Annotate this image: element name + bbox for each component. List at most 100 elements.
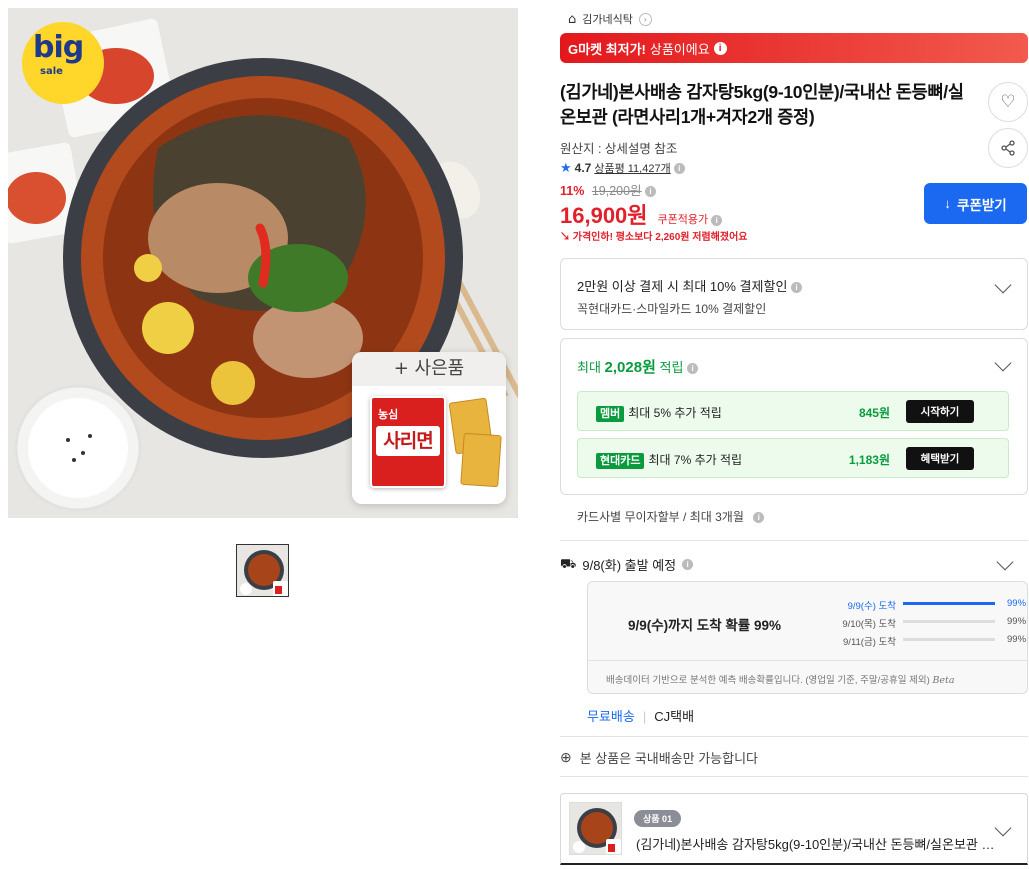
probability-note: 배송데이터 기반으로 분석한 예측 배송확률입니다. (영업일 기준, 주말/공…: [606, 672, 955, 686]
installment-info: 카드사별 무이자할부 / 최대 3개월 i: [577, 508, 765, 525]
badge-big-text: big: [33, 30, 84, 65]
probability-percent: 99%: [1007, 634, 1027, 645]
globe-icon: ⊕: [560, 749, 572, 765]
coupon-price-text: 쿠폰적용가: [657, 214, 709, 226]
points-row-amount: 845원: [858, 406, 890, 420]
breadcrumb: ⌂ 김가네식탁 ›: [568, 10, 652, 28]
divider: [560, 540, 1028, 541]
heart-icon: ♡: [1000, 92, 1016, 112]
points-row-text: 최대 7% 추가 적립: [648, 453, 743, 467]
probability-percent: 99%: [1007, 598, 1027, 609]
probability-bar: [903, 638, 995, 641]
delivery-method: 무료배송 | CJ택배: [587, 706, 694, 725]
hyundai-card-tag: 현대카드: [596, 453, 645, 469]
price-drop-text: 가격인하! 평소보다 2,260원 저렴해졌어요: [572, 232, 748, 243]
ramen-name: 사리면: [376, 426, 440, 456]
origin-text: 원산지 : 상세설명 참조: [560, 142, 678, 156]
info-icon[interactable]: i: [791, 282, 803, 294]
chevron-down-icon[interactable]: [994, 819, 1012, 837]
product-title: (김가네)본사배송 감자탕5kg(9-10인분)/국내산 돈등뼈/실온보관 (라…: [560, 82, 964, 127]
big-sale-badge: big sale: [22, 22, 104, 104]
option-badge: 상품 01: [634, 810, 682, 827]
card-discount-box[interactable]: 2만원 이상 결제 시 최대 10% 결제할인 i 꼭현대카드·스마일카드 10…: [560, 258, 1028, 330]
info-icon[interactable]: i: [713, 41, 727, 55]
gift-box: + 사은품 농심 사리면: [352, 352, 506, 504]
share-icon: [1001, 140, 1015, 156]
probability-row: 9/10(목) 도착 99%: [816, 616, 1027, 630]
beta-label: Beta: [932, 675, 955, 686]
points-box: 최대 2,028원 적립 i 멤버 최대 5% 추가 적립 845원 시작하기 현…: [560, 338, 1028, 495]
points-header: 최대 2,028원 적립 i: [577, 356, 699, 377]
points-row-hyundai: 현대카드 최대 7% 추가 적립 1,183원 혜택받기: [577, 438, 1009, 478]
option-select[interactable]: 상품 01 (김가네)본사배송 감자탕5kg(9-10인분)/국내산 돈등뼈/실…: [560, 793, 1028, 865]
probability-percent: 99%: [1007, 616, 1027, 627]
card-discount-title: 2만원 이상 결제 시 최대 10% 결제할인 i: [577, 276, 803, 295]
get-benefit-button[interactable]: 혜택받기: [906, 447, 974, 470]
chevron-right-icon[interactable]: ›: [638, 12, 652, 26]
free-shipping: 무료배송: [587, 709, 635, 724]
card-discount-title-text: 2만원 이상 결제 시 최대 10% 결제할인: [577, 279, 788, 294]
discount-percent: 11%: [560, 184, 585, 198]
info-icon[interactable]: i: [682, 559, 694, 570]
member-tag: 멤버: [596, 406, 625, 422]
option-thumbnail: [569, 802, 622, 855]
gift-label: + 사은품: [352, 352, 506, 386]
price-drop-tag: ↘ 가격인하! 평소보다 2,260원 저렴해졌어요: [560, 228, 747, 243]
carrier-name: CJ택배: [654, 709, 695, 724]
share-button[interactable]: [988, 128, 1028, 168]
sale-price-row: 16,900원 쿠폰적용가 i: [560, 198, 723, 230]
thumbnail-image: [237, 545, 288, 596]
sale-price: 16,900원: [560, 198, 648, 230]
arrival-headline: 9/9(수)까지 도착 확률 99%: [628, 618, 781, 633]
departure-text: 9/8(화) 출발 예정: [582, 558, 677, 573]
probability-bar: [903, 602, 995, 605]
sale-price-unit: 원: [627, 203, 648, 228]
badge-sale-text: sale: [40, 66, 63, 77]
probability-date: 9/11(금) 도착: [843, 637, 896, 648]
product-main-image: big sale + 사은품 농심 사리면: [8, 8, 518, 518]
points-amount: 2,028원: [604, 359, 656, 376]
probability-row: 9/11(금) 도착 99%: [816, 634, 1027, 648]
info-icon[interactable]: i: [645, 186, 657, 198]
chevron-down-icon[interactable]: [996, 553, 1014, 571]
gmarket-lowest-banner[interactable]: G마켓 최저가! 상품이에요 i: [560, 33, 1028, 63]
home-icon[interactable]: ⌂: [568, 12, 576, 27]
rating-score: 4.7: [574, 161, 592, 175]
download-icon: ↓: [944, 196, 952, 211]
mustard-packet: [460, 432, 502, 488]
probability-fill: [903, 602, 995, 605]
shipping-departure[interactable]: ⛟ 9/8(화) 출발 예정 i: [560, 555, 694, 574]
delivery-probability-box: 9/9(수)까지 도착 확률 99% 9/9(수) 도착 99% 9/10(목)…: [587, 581, 1028, 694]
coupon-button[interactable]: ↓ 쿠폰받기: [924, 183, 1027, 224]
info-icon[interactable]: i: [711, 214, 723, 226]
points-row-member: 멤버 최대 5% 추가 적립 845원 시작하기: [577, 391, 1009, 431]
rating-row: ★ 4.7 상품평 11,427개 i: [560, 160, 685, 176]
thumbnail-1[interactable]: [236, 544, 289, 597]
star-icon: ★: [560, 160, 572, 175]
info-icon[interactable]: i: [687, 363, 699, 375]
ramen-package: 농심 사리면: [370, 396, 446, 488]
chevron-down-icon[interactable]: [994, 354, 1012, 372]
banner-text: 상품이에요: [649, 41, 710, 57]
chevron-down-icon[interactable]: [994, 276, 1012, 294]
wishlist-button[interactable]: ♡: [988, 82, 1028, 122]
review-count-link[interactable]: 상품평 11,427개: [594, 160, 670, 176]
start-button[interactable]: 시작하기: [906, 400, 974, 423]
info-icon[interactable]: i: [673, 162, 685, 174]
installment-text: 카드사별 무이자할부 / 최대 3개월: [577, 510, 744, 524]
domestic-only-text: 본 상품은 국내배송만 가능합니다: [579, 751, 759, 766]
probability-date: 9/10(목) 도착: [842, 619, 896, 630]
probability-note-text: 배송데이터 기반으로 분석한 예측 배송확률입니다. (영업일 기준, 주말/공…: [606, 675, 930, 686]
option-thumbnail-image: [570, 803, 621, 854]
divider: [588, 660, 1027, 661]
info-icon[interactable]: i: [753, 512, 765, 524]
points-row-text: 최대 5% 추가 적립: [628, 406, 722, 420]
domestic-only-notice: ⊕ 본 상품은 국내배송만 가능합니다: [560, 748, 758, 767]
points-prefix: 최대: [577, 360, 601, 375]
store-link[interactable]: 김가네식탁: [582, 11, 633, 27]
down-arrow-icon: ↘: [560, 232, 570, 243]
probability-date: 9/9(수) 도착: [847, 601, 896, 612]
probability-row: 9/9(수) 도착 99%: [816, 598, 1027, 612]
divider: [560, 736, 1028, 737]
points-row-label: 멤버 최대 5% 추가 적립: [596, 404, 722, 422]
